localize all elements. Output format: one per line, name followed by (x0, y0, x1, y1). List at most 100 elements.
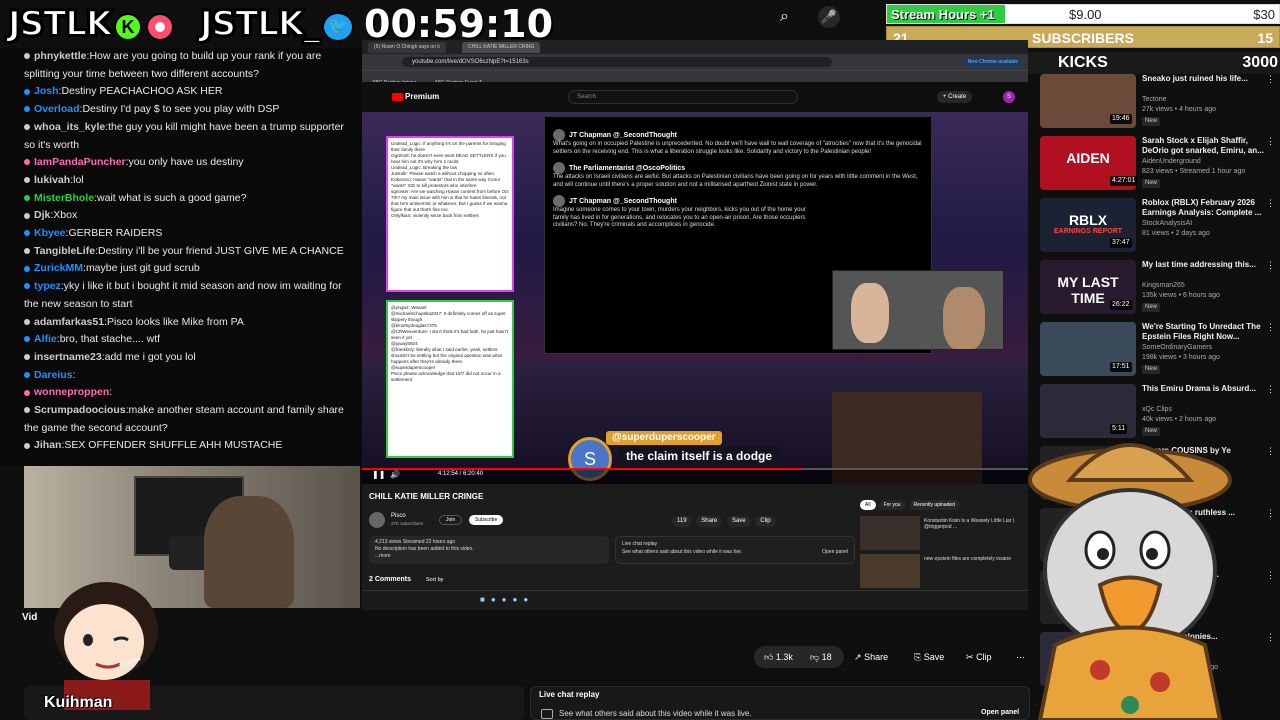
description-box[interactable]: 4,213 views Streamed 22 hours ago No des… (369, 536, 609, 564)
youtube-header: Premium Search + Create S (362, 82, 1028, 112)
chat-username[interactable]: TangibleLife (34, 245, 95, 257)
address-field[interactable]: youtube.com/live/dOVSO6czNpE?t=15163s (402, 57, 832, 67)
tweet-avatar (553, 129, 565, 141)
kebab-menu-icon[interactable]: ⋮ (1266, 446, 1275, 457)
chat-message: MisterBhole:wait what is such a good gam… (24, 190, 354, 208)
join-button[interactable]: Join (439, 515, 463, 525)
recommendation-title[interactable]: Roblox (RBLX) February 2026 Earnings Ana… (1142, 198, 1266, 218)
kebab-menu-icon[interactable]: ⋮ (1266, 570, 1275, 581)
chat-username[interactable]: IamPandaPuncher (34, 156, 126, 168)
kebab-menu-icon[interactable]: ⋮ (1266, 632, 1275, 643)
video-player[interactable]: Undead_Logic: if anything it's on the pa… (362, 112, 1028, 484)
chat-username[interactable]: Jihan (34, 439, 61, 451)
channel-name[interactable]: Pisco (391, 513, 406, 519)
recommendation-channel[interactable]: Kingsman265 (1142, 282, 1185, 289)
filter-chip[interactable]: For you (878, 500, 906, 510)
filter-chip[interactable]: Recently uploaded (908, 500, 960, 510)
open-panel-button[interactable]: Open panel (981, 709, 1019, 716)
chat-username[interactable]: Overload (34, 103, 80, 115)
mini-share-button[interactable]: Share (696, 516, 723, 527)
kebab-menu-icon[interactable]: ⋮ (1266, 198, 1275, 209)
thumbnail-text: RBLX (1068, 212, 1108, 228)
recommendation-channel[interactable]: AidenUnderground (1142, 158, 1201, 165)
recommendation-item[interactable]: AIDEN 4:27:01 Sarah Stock x Elijah Shaffir… (1040, 136, 1280, 196)
chat-username[interactable]: Kbyee (34, 227, 66, 239)
chat-username[interactable]: typez (34, 280, 61, 292)
kebab-menu-icon[interactable]: ⋮ (1266, 322, 1275, 333)
recommendation-title[interactable]: This Emiru Drama is Absurd... (1142, 384, 1266, 394)
chat-username[interactable]: Scrumpadoocious (34, 404, 126, 416)
new-chrome-badge[interactable]: New Chrome available (963, 57, 1022, 67)
create-button[interactable]: + Create (937, 91, 973, 103)
recommendation-channel[interactable]: SomeOrdinaryGamers (1142, 344, 1212, 351)
chat-username[interactable]: insertname23 (34, 351, 102, 363)
save-button[interactable]: ⎘ Save (914, 646, 944, 668)
chat-badge-icon (24, 106, 30, 113)
chat-username[interactable]: lukivah (34, 174, 70, 186)
browser-tab-active[interactable]: CHILL KATIE MILLER CRING (462, 42, 541, 53)
subscribe-button[interactable]: Subscribe (469, 515, 504, 525)
kebab-menu-icon[interactable]: ⋮ (1266, 384, 1275, 395)
chat-badge-icon (24, 371, 30, 378)
description-more[interactable]: ...more (375, 553, 603, 560)
mini-like-button[interactable]: 119 (672, 516, 692, 527)
chat-message: IamPandaPuncher:you only have us destiny (24, 154, 354, 172)
chat-username[interactable]: whoa_its_kyle (34, 121, 105, 133)
chat-username[interactable]: Dareius (34, 369, 73, 381)
search-icon[interactable]: ⌕ (780, 8, 800, 28)
chat-username[interactable]: Alfie (34, 333, 57, 345)
filter-chip[interactable]: All (860, 500, 876, 510)
account-avatar[interactable]: S (1003, 91, 1015, 103)
browser-tab[interactable]: (5) Noam O Chirigh says on li (368, 42, 446, 53)
pause-icon[interactable]: ❚❚ (372, 470, 385, 479)
like-button[interactable]: 👍︎ 1.3k (764, 646, 793, 668)
taskbar-icons[interactable]: ■●●●● (480, 595, 534, 604)
recommendation-channel[interactable]: Tectone (1142, 96, 1167, 103)
recommendation-title[interactable]: Sneako just ruined his life... (1142, 74, 1266, 84)
channel-avatar[interactable] (369, 512, 385, 528)
recommendation-item[interactable]: MY LAST TIME 26:22 My last time addressing… (1040, 260, 1280, 320)
clip-button[interactable]: ✂ Clip (966, 646, 992, 668)
recommendation-item[interactable]: 19:46 Sneako just ruined his life... Tecto… (1040, 74, 1280, 134)
kebab-menu-icon[interactable]: ⋮ (1266, 74, 1275, 85)
mini-open-panel-button[interactable]: Open panel (822, 548, 848, 556)
microphone-icon[interactable]: 🎤 (818, 6, 840, 28)
recommendation-channel[interactable]: xQc Clips (1142, 406, 1172, 413)
kicks-label: KICKS (1058, 54, 1108, 71)
chat-username[interactable]: wonneproppen (34, 386, 109, 398)
thumbnail-subtext: EARNINGS REPORT (1053, 228, 1123, 235)
sort-by-button[interactable]: Sort by (426, 577, 443, 583)
kebab-menu-icon[interactable]: ⋮ (1266, 136, 1275, 147)
dislike-count: 18 (821, 652, 832, 662)
player-controls: ❚❚ 🔊 4:12:54 / 6:20:40 (362, 468, 1028, 484)
progress-bar[interactable] (362, 468, 1028, 470)
recommendation-title[interactable]: My last time addressing this... (1142, 260, 1266, 270)
youtube-search-input[interactable]: Search (568, 90, 798, 104)
recommendation-item[interactable]: RBLX EARNINGS REPORT 37:47 Roblox (RBLX) Fe… (1040, 198, 1280, 258)
side-recommendation[interactable]: Konstantin Kisin Is a Weasely Little Lia… (860, 516, 1020, 550)
recommendation-meta: 27k views • 4 hours ago (1142, 106, 1217, 113)
kebab-menu-icon[interactable]: ⋮ (1266, 260, 1275, 271)
recommendation-item[interactable]: 17:51 We're Starting To Unredact The Epst… (1040, 322, 1280, 382)
recommendation-title[interactable]: We're Starting To Unredact The Epstein F… (1142, 322, 1266, 342)
youtube-logo[interactable]: Premium (392, 92, 439, 101)
chat-username[interactable]: ZurickMM (34, 262, 83, 274)
chat-username[interactable]: Josh (34, 85, 59, 97)
recommendation-title[interactable]: Sarah Stock x Elijah Shaffir, DeOrio got… (1142, 136, 1266, 156)
chat-username[interactable]: MisterBhole (34, 192, 94, 204)
chat-username[interactable]: phnykettle (34, 50, 87, 62)
volume-icon[interactable]: 🔊 (390, 470, 400, 479)
share-button[interactable]: ↗ Share (854, 646, 888, 668)
mini-save-button[interactable]: Save (726, 516, 751, 527)
recommendation-channel[interactable]: StockAnalysisAI (1142, 220, 1192, 227)
chat-username[interactable]: Djk (34, 209, 50, 221)
chat-badge-icon (24, 124, 30, 131)
overlay-chat-line: Ogrebolt: he doesn't even want DEAD SETT… (391, 153, 506, 164)
chat-username[interactable]: adamfarkas51 (34, 316, 104, 328)
dislike-button[interactable]: 👎︎ 18 (810, 646, 832, 668)
side-recommendation[interactable]: new epstein files are completely insane (860, 554, 1020, 588)
cam-username: Kuihman (44, 694, 113, 711)
more-actions-icon[interactable]: ⋯ (1016, 646, 1025, 668)
mini-clip-button[interactable]: Clip (755, 516, 776, 527)
kebab-menu-icon[interactable]: ⋮ (1266, 508, 1275, 519)
